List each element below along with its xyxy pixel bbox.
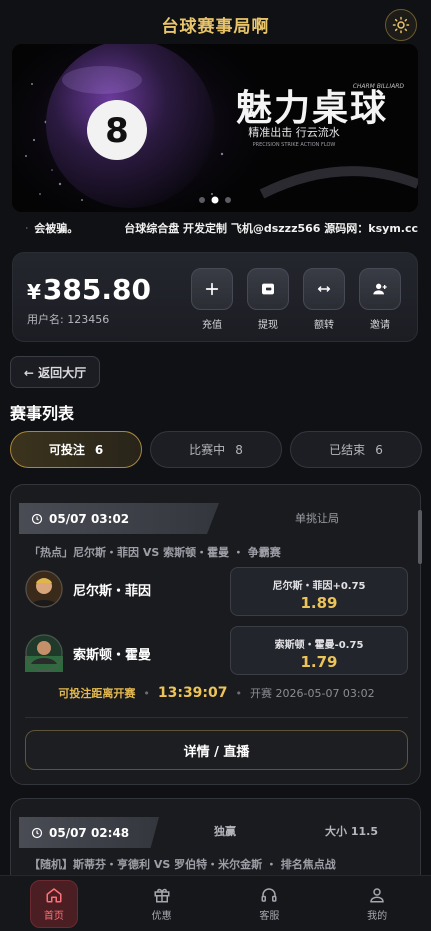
- countdown-timer: 13:39:07: [157, 685, 228, 701]
- bottom-navigation: 首页 优惠 客服 我的: [0, 875, 431, 931]
- match-time: 05/07 02:48: [49, 825, 130, 840]
- player-name: 尼尔斯・菲因: [73, 583, 152, 599]
- nav-label: 首页: [43, 910, 64, 922]
- tab-in-progress[interactable]: 比赛中 8: [150, 431, 282, 468]
- odds-label: 索斯顿・霍曼-0.75: [274, 640, 364, 651]
- transfer-icon: [317, 286, 331, 292]
- ball-number: 8: [105, 111, 129, 151]
- username-value: 123456: [67, 313, 110, 326]
- match-time-tag: 05/07 03:02: [19, 503, 219, 534]
- transfer-button[interactable]: 额转: [303, 268, 345, 331]
- deposit-button[interactable]: 充值: [191, 268, 233, 331]
- odds-label: 尼尔斯・菲因+0.75: [272, 581, 366, 592]
- start-time-text: 开赛 2026-05-07 03:02: [250, 687, 375, 700]
- odds-value: 1.89: [300, 594, 338, 612]
- scrollbar-thumb[interactable]: [418, 510, 422, 564]
- separator-dot: •: [235, 686, 243, 700]
- match-title: 【随机】斯蒂芬・亨德利 VS 罗伯特・米尔金斯 ・ 排名焦点战: [29, 858, 336, 871]
- tab-label: 已结束: [329, 443, 366, 457]
- nav-label: 我的: [367, 910, 388, 922]
- nav-label: 客服: [259, 910, 280, 922]
- username-label: 用户名:: [27, 313, 64, 326]
- invite-button[interactable]: 邀请: [359, 268, 401, 331]
- ticker-text-2: 台球综合盘 开发定制 飞机@dszzz566 源码网：ksym.cc: [124, 222, 418, 235]
- separator-dot: •: [143, 686, 150, 700]
- banner-slogan: 精准出击 行云流水: [248, 125, 340, 139]
- profile-icon: [370, 887, 384, 902]
- market-type: 独赢: [214, 825, 236, 838]
- player-name: 索斯顿・霍曼: [73, 647, 152, 663]
- tab-bettable[interactable]: 可投注 6: [10, 431, 142, 468]
- detail-live-label: 详情 / 直播: [183, 744, 250, 760]
- match-card: 05/07 03:02 单挑让局 「热点」尼尔斯・菲因 VS 索斯顿・霍曼 ・ …: [10, 484, 421, 785]
- nav-home[interactable]: 首页: [0, 876, 108, 931]
- player-avatar: [25, 570, 63, 608]
- market-type: 大小 11.5: [325, 825, 378, 838]
- player-row: 尼尔斯・菲因: [25, 570, 151, 608]
- gift-icon: [154, 888, 170, 902]
- section-title: 赛事列表: [10, 404, 75, 423]
- clock-icon: [31, 827, 43, 838]
- clock-icon: [31, 513, 43, 524]
- withdraw-label: 提现: [258, 320, 278, 331]
- odds-button-home[interactable]: 尼尔斯・菲因+0.75 1.89: [230, 567, 408, 616]
- home-icon: [46, 887, 62, 902]
- wallet-card: ¥385.80 用户名: 123456 充值 提现 额转 邀请: [12, 252, 418, 342]
- speaker-icon: [26, 227, 28, 229]
- wallet-actions: 充值 提现 额转 邀请: [191, 268, 401, 331]
- tab-count: 8: [235, 442, 243, 457]
- tab-finished[interactable]: 已结束 6: [290, 431, 422, 468]
- odds-value: 1.79: [300, 653, 338, 671]
- detail-live-button[interactable]: 详情 / 直播: [25, 730, 408, 770]
- tab-label: 比赛中: [189, 443, 226, 457]
- plus-icon: [205, 282, 219, 296]
- tab-count: 6: [94, 442, 104, 457]
- odds-button-away[interactable]: 索斯顿・霍曼-0.75 1.79: [230, 626, 408, 675]
- deposit-label: 充值: [202, 320, 222, 331]
- match-time: 05/07 03:02: [49, 511, 130, 526]
- announcement-ticker: 会被骗。 台球综合盘 开发定制 飞机@dszzz566 源码网：ksym.cc: [12, 214, 418, 242]
- card-divider: [25, 717, 408, 718]
- back-to-lobby-button[interactable]: ← 返回大厅: [10, 356, 100, 388]
- sun-icon: [392, 16, 410, 34]
- tab-count: 6: [375, 442, 383, 457]
- nav-support[interactable]: 客服: [216, 876, 324, 931]
- nav-promotions[interactable]: 优惠: [108, 876, 216, 931]
- headset-icon: [261, 887, 277, 902]
- banner-slogan-sub: PRECISION STRIKE ACTION FLOW: [253, 142, 336, 148]
- market-type: 单挑让局: [295, 512, 339, 525]
- invite-user-icon: [373, 283, 387, 295]
- tab-label: 可投注: [48, 443, 85, 457]
- balance-amount: ¥385.80: [27, 273, 151, 306]
- player-avatar: [25, 634, 63, 672]
- nav-profile[interactable]: 我的: [323, 876, 431, 931]
- app-title: 台球赛事局啊: [161, 16, 270, 37]
- balance-value: 385.80: [42, 273, 151, 306]
- countdown-label: 可投注距离开赛: [58, 687, 136, 700]
- username-line: 用户名: 123456: [27, 311, 109, 327]
- invite-label: 邀请: [370, 320, 390, 331]
- match-time-tag: 05/07 02:48: [19, 817, 159, 848]
- countdown-row: 可投注距离开赛 • 13:39:07 • 开赛 2026-05-07 03:02: [11, 685, 420, 701]
- withdraw-icon: [262, 283, 274, 295]
- back-label: ← 返回大厅: [23, 365, 87, 380]
- nav-label: 优惠: [151, 910, 172, 922]
- currency-symbol: ¥: [27, 280, 41, 304]
- banner-headline: 魅力桌球: [236, 87, 388, 129]
- withdraw-button[interactable]: 提现: [247, 268, 289, 331]
- match-status-tabs: 可投注 6 比赛中 8 已结束 6: [10, 431, 422, 468]
- promo-banner[interactable]: 8 CHARM BILLIARD 魅力桌球 精准出击 行云流水 PRECISIO…: [12, 44, 418, 212]
- match-title: 「热点」尼尔斯・菲因 VS 索斯顿・霍曼 ・ 争霸赛: [29, 546, 281, 559]
- app-header: 台球赛事局啊: [0, 0, 431, 48]
- ticker-text-1: 会被骗。: [34, 222, 79, 235]
- transfer-label: 额转: [314, 320, 334, 331]
- theme-toggle-button[interactable]: [385, 9, 417, 41]
- player-row: 索斯顿・霍曼: [25, 634, 151, 672]
